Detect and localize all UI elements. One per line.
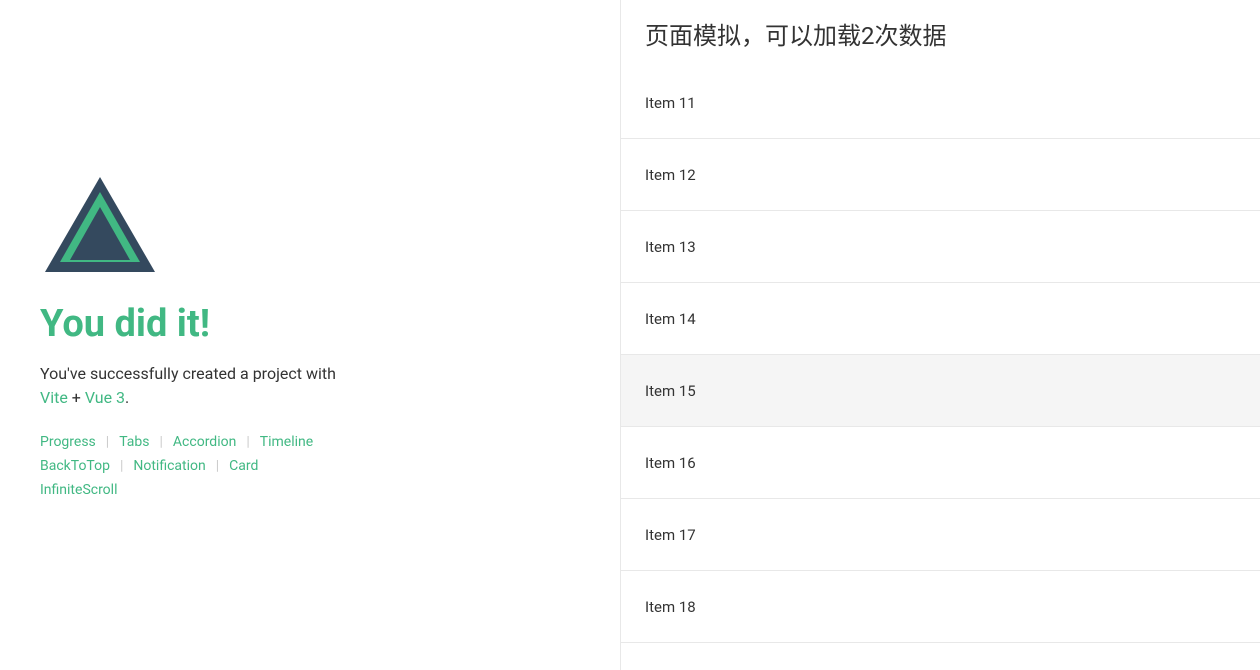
plus-text: + — [72, 388, 85, 407]
nav-row-3: InfiniteScroll — [40, 482, 580, 498]
subtitle-text: You've successfully created a project wi… — [40, 364, 336, 383]
list-item: Item 17 — [621, 499, 1260, 571]
item-label: Item 17 — [645, 526, 696, 544]
sep-1: | — [106, 434, 109, 450]
nav-links: Progress | Tabs | Accordion | Timeline B… — [40, 434, 580, 498]
left-panel: You did it! You've successfully created … — [0, 0, 620, 670]
list-item: Item 15 — [621, 355, 1260, 427]
right-panel: 页面模拟，可以加载2次数据 Item 11 Item 12 Item 13 It… — [620, 0, 1260, 670]
nav-tabs[interactable]: Tabs — [119, 434, 149, 450]
nav-timeline[interactable]: Timeline — [260, 434, 313, 450]
nav-backtotop[interactable]: BackToTop — [40, 458, 110, 474]
left-content: You did it! You've successfully created … — [40, 172, 580, 498]
right-title: 页面模拟，可以加载2次数据 — [645, 16, 1236, 51]
vite-link[interactable]: Vite — [40, 388, 68, 407]
nav-infinitescroll[interactable]: InfiniteScroll — [40, 482, 117, 498]
nav-row-1: Progress | Tabs | Accordion | Timeline — [40, 434, 580, 450]
list-container[interactable]: Item 11 Item 12 Item 13 Item 14 Item 15 … — [621, 67, 1260, 670]
page-title: You did it! — [40, 302, 210, 346]
sep-3: | — [246, 434, 249, 450]
item-label: Item 11 — [645, 94, 696, 112]
sep-5: | — [216, 458, 219, 474]
period: . — [125, 388, 129, 407]
nav-progress[interactable]: Progress — [40, 434, 96, 450]
list-item: Item 18 — [621, 571, 1260, 643]
item-label: Item 15 — [645, 382, 696, 400]
vue-logo — [40, 172, 160, 282]
nav-row-2: BackToTop | Notification | Card — [40, 458, 580, 474]
item-label: Item 16 — [645, 454, 696, 472]
nav-card[interactable]: Card — [229, 458, 258, 474]
nav-accordion[interactable]: Accordion — [173, 434, 236, 450]
sep-4: | — [120, 458, 123, 474]
list-item: Item 12 — [621, 139, 1260, 211]
list-item: Item 14 — [621, 283, 1260, 355]
item-label: Item 13 — [645, 238, 696, 256]
list-item: Item 16 — [621, 427, 1260, 499]
right-header: 页面模拟，可以加载2次数据 — [621, 0, 1260, 67]
list-item: Item 11 — [621, 67, 1260, 139]
nav-notification[interactable]: Notification — [133, 458, 205, 474]
subtitle: You've successfully created a project wi… — [40, 362, 336, 410]
list-item: Item 13 — [621, 211, 1260, 283]
item-label: Item 18 — [645, 598, 696, 616]
sep-2: | — [160, 434, 163, 450]
item-label: Item 14 — [645, 310, 696, 328]
vue-link[interactable]: Vue 3 — [85, 388, 125, 407]
item-label: Item 12 — [645, 166, 696, 184]
